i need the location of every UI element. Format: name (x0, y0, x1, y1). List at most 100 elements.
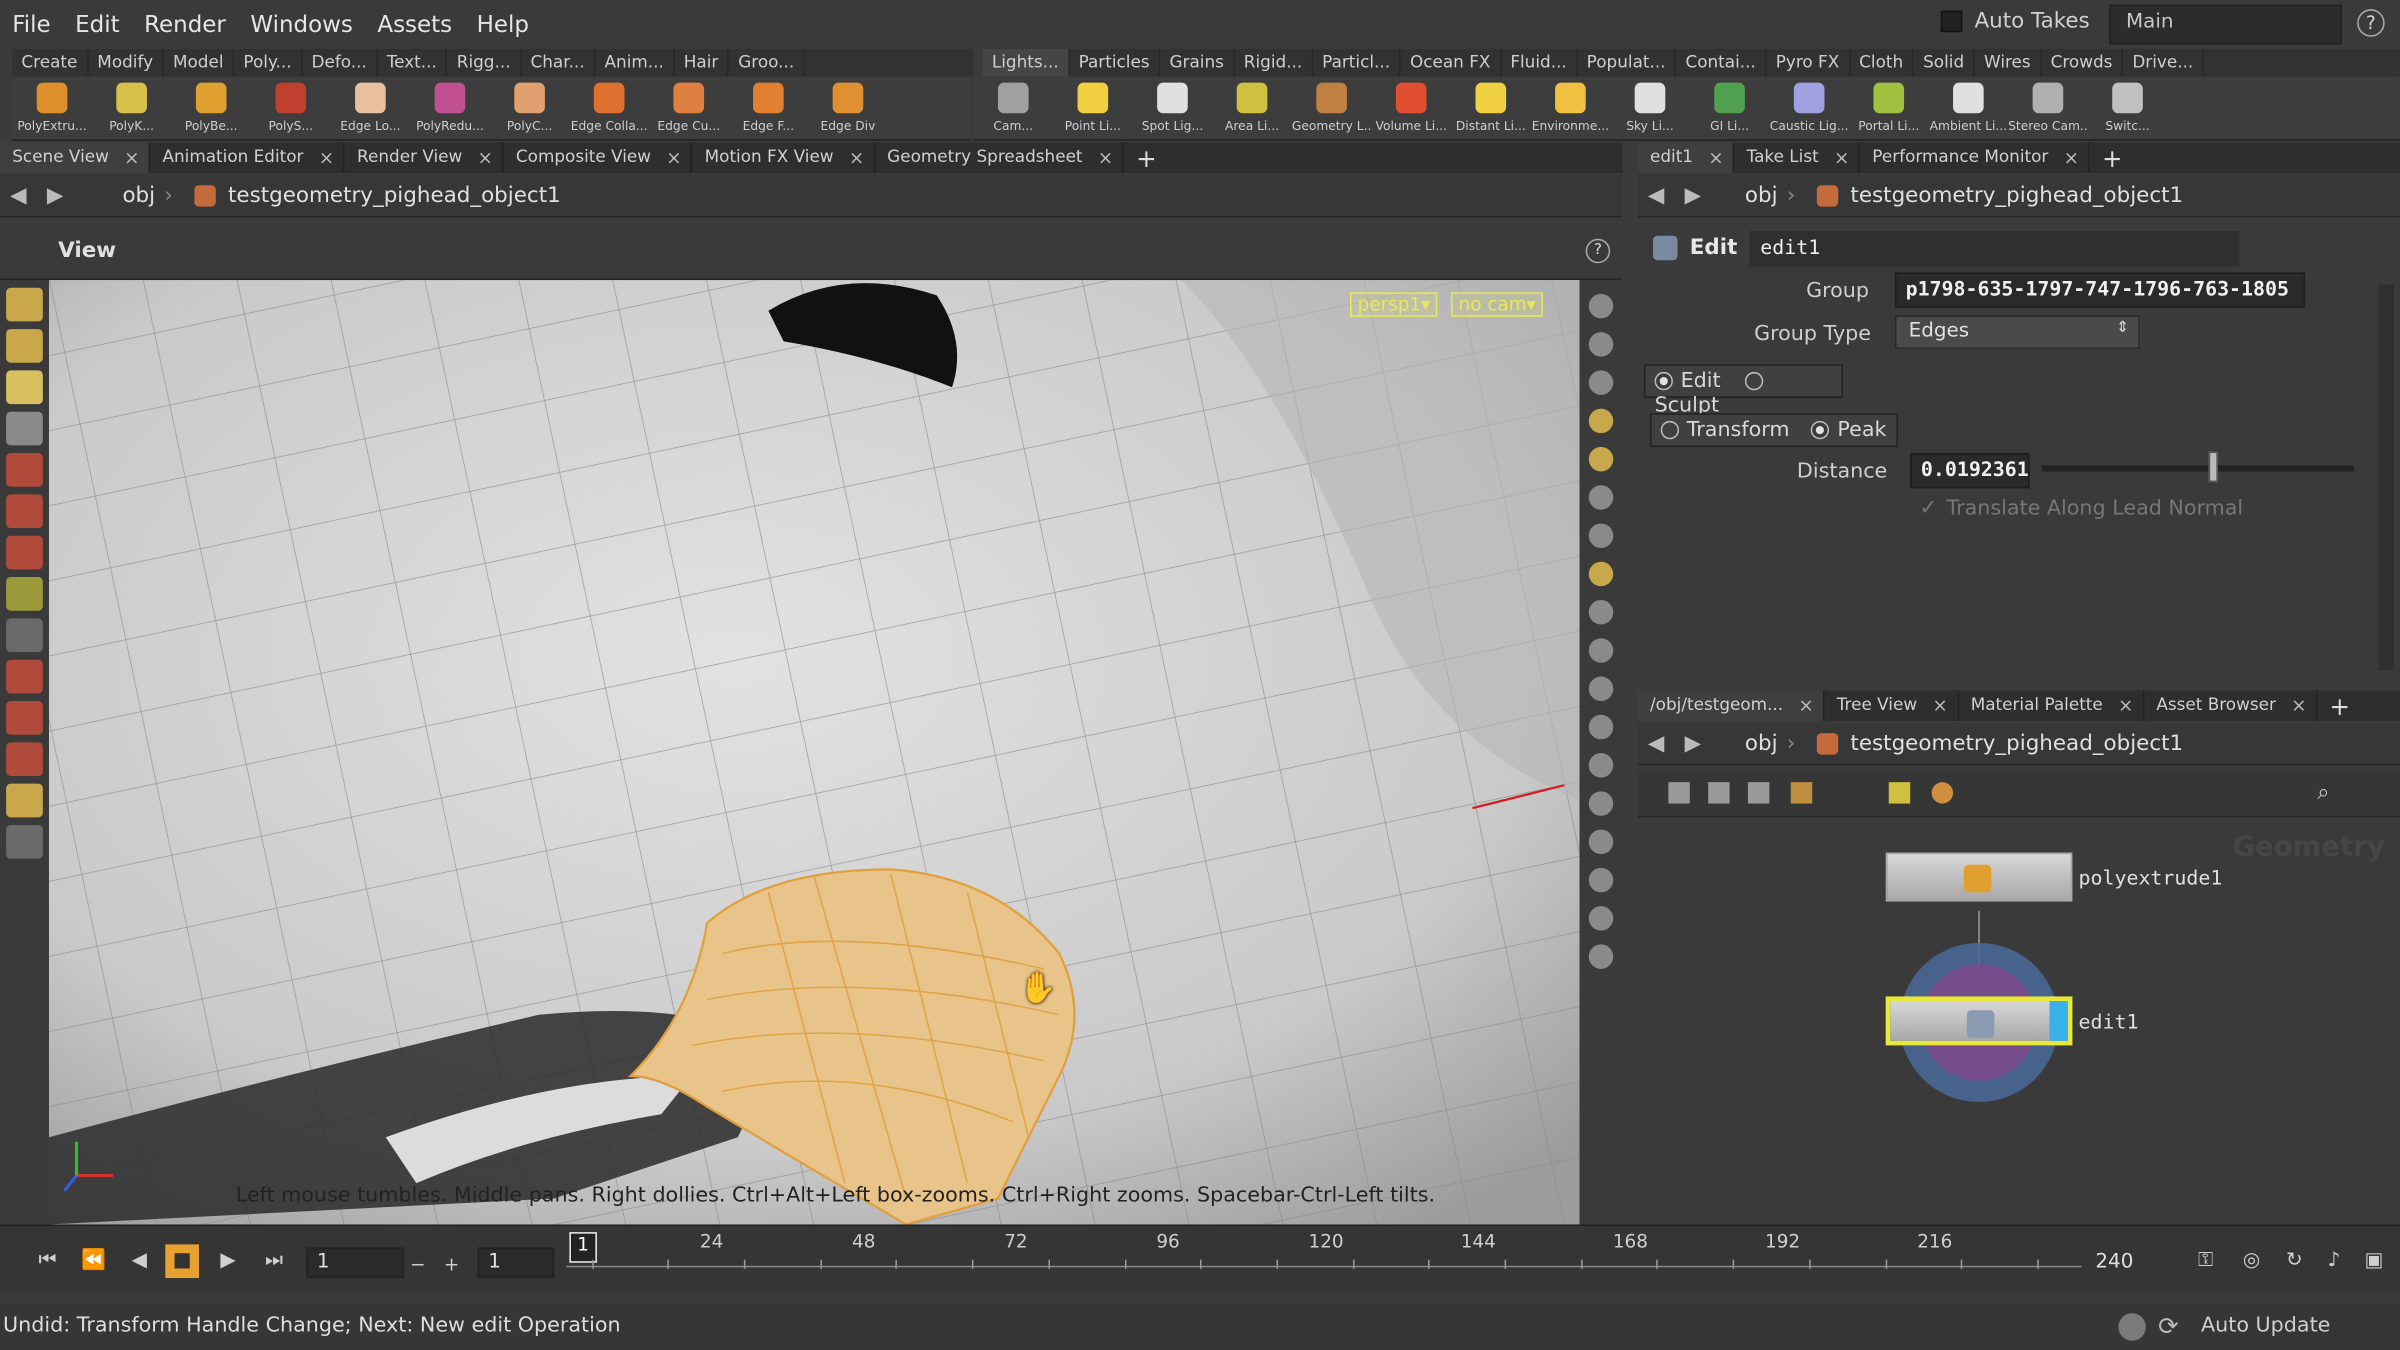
node-polyextrude1[interactable] (1885, 852, 2073, 902)
auto-takes-toggle[interactable]: Auto Takes (1940, 9, 2090, 34)
shelf-tab[interactable]: Crowds (2041, 48, 2124, 77)
tab-scene-view[interactable]: Scene View × (0, 142, 151, 173)
path-node[interactable]: testgeometry_pighead_object1 (1850, 731, 2183, 755)
shelf-tool-button[interactable]: Portal Li... (1849, 77, 1929, 141)
timeline-track[interactable]: 1 24 48 72 96 120 144 168 192 216 (566, 1229, 2082, 1290)
no-cam-menu[interactable]: no cam▾ (1451, 292, 1544, 317)
tab-take-list[interactable]: Take List × (1734, 142, 1861, 173)
note-icon[interactable] (1888, 782, 1911, 804)
handle-icon[interactable] (1588, 906, 1614, 931)
persp-camera-menu[interactable]: persp1▾ (1349, 292, 1438, 317)
shelf-tool-button[interactable]: Switc... (2088, 77, 2168, 141)
auto-update-select[interactable]: Auto Update (2201, 1313, 2391, 1337)
pin-icon[interactable] (1588, 485, 1614, 510)
add-tab-icon[interactable]: + (2090, 143, 2135, 172)
shelf-tab[interactable]: Particles (1069, 48, 1161, 77)
display-icon[interactable] (1588, 944, 1614, 969)
realtime-icon[interactable]: ◎ (2235, 1244, 2269, 1278)
tab-material-palette[interactable]: Material Palette × (1958, 690, 2145, 721)
scale-tool-icon[interactable] (6, 535, 43, 570)
shelf-tab[interactable]: Model (164, 48, 235, 77)
tab-composite-view[interactable]: Composite View × (504, 142, 693, 173)
menu-help[interactable]: Help (464, 11, 541, 39)
headlight-icon[interactable] (1588, 446, 1614, 472)
shelf-tool-button[interactable]: Cam... (973, 77, 1053, 141)
tab-tree-view[interactable]: Tree View × (1824, 690, 1959, 721)
shelf-tab[interactable]: Ocean FX (1401, 48, 1502, 77)
loop-icon[interactable]: ↻ (2278, 1244, 2312, 1278)
tab-render-view[interactable]: Render View × (345, 142, 504, 173)
shelf-tab[interactable]: Lights... (982, 48, 1070, 77)
back-arrow-icon[interactable]: ◀ (0, 183, 37, 207)
desktop-select[interactable]: Main (2109, 4, 2342, 45)
grid-color-icon[interactable] (1790, 782, 1813, 804)
menu-windows[interactable]: Windows (238, 11, 365, 39)
light-icon[interactable] (1588, 408, 1614, 434)
shelf-tab[interactable]: Poly... (234, 48, 303, 77)
list-icon[interactable] (1668, 782, 1690, 804)
refresh-icon[interactable]: ⟳ (2158, 1312, 2179, 1341)
snap-tool-icon[interactable] (6, 742, 43, 777)
auto-takes-checkbox[interactable] (1940, 10, 1963, 33)
menu-render[interactable]: Render (132, 11, 238, 39)
current-frame-field[interactable]: 1 (306, 1247, 405, 1279)
shelf-tool-button[interactable]: Ambient Li... (1929, 77, 2009, 141)
stop-icon[interactable]: ■ (165, 1244, 199, 1279)
shelf-tab[interactable]: Hair (675, 48, 730, 77)
radio-peak[interactable]: Peak (1811, 418, 1886, 442)
shelf-tab[interactable]: Populat... (1577, 48, 1677, 77)
forward-arrow-icon[interactable]: ▶ (37, 183, 74, 207)
table-icon[interactable] (1708, 782, 1730, 804)
shelf-tab[interactable]: Groo... (729, 48, 805, 77)
bag-icon[interactable] (1931, 782, 1954, 804)
lock-icon[interactable] (1588, 332, 1614, 357)
path-root[interactable]: obj (1745, 731, 1778, 755)
shelf-tab[interactable]: Drive... (2123, 48, 2205, 77)
shelf-tab[interactable]: Defo... (302, 48, 378, 77)
node-edit1[interactable] (1885, 996, 2073, 1046)
step-back-icon[interactable]: ⏪ (77, 1244, 111, 1278)
number-icon[interactable] (1588, 714, 1614, 740)
shelf-tab[interactable]: Contai... (1676, 48, 1767, 77)
play-reverse-icon[interactable]: ◀ (122, 1244, 156, 1278)
add-tab-icon[interactable]: + (1124, 143, 1169, 172)
stamp-icon[interactable] (1588, 791, 1614, 816)
back-arrow-icon[interactable]: ◀ (1638, 183, 1675, 207)
camera-icon[interactable] (1588, 370, 1614, 395)
forward-arrow-icon[interactable]: ▶ (1674, 183, 1711, 207)
sculpt-tool-icon[interactable] (6, 824, 43, 859)
distance-slider[interactable] (2041, 451, 2355, 483)
shelf-tool-button[interactable]: Distant Li... (1451, 77, 1531, 141)
zoom-icon[interactable]: ⌕ (2317, 781, 2329, 805)
shelf-tab[interactable]: Modify (88, 48, 164, 77)
shelf-tool-button[interactable]: Spot Lig... (1133, 77, 1213, 141)
shelf-tab[interactable]: Create (12, 48, 89, 77)
pointer-tool-icon[interactable] (6, 411, 43, 446)
group-field[interactable]: p1798-635-1797-747-1796-763-1805 (1894, 272, 2306, 308)
shelf-tab[interactable]: Pyro FX (1767, 48, 1850, 77)
audio-icon[interactable]: ♪ (2317, 1244, 2351, 1278)
radio-edit[interactable]: Edit (1654, 369, 1721, 393)
shelf-tool-button[interactable]: PolyK... (92, 77, 172, 141)
shelf-tool-button[interactable]: Sky Li... (1610, 77, 1690, 141)
shelf-tool-button[interactable]: Edge Cu... (649, 77, 729, 141)
view-tool-icon[interactable] (6, 618, 43, 653)
shelf-tab[interactable]: Rigg... (448, 48, 522, 77)
play-icon[interactable]: ▶ (211, 1244, 245, 1278)
path-root[interactable]: obj (1745, 183, 1778, 207)
shelf-tab[interactable]: Grains (1160, 48, 1235, 77)
node-name-field[interactable]: edit1 (1749, 230, 2240, 266)
shelf-tool-button[interactable]: Geometry L... (1292, 77, 1371, 141)
shelf-tool-button[interactable]: PolyRedu... (410, 77, 490, 141)
tab-motion-fx-view[interactable]: Motion FX View × (692, 142, 875, 173)
shelf-tab[interactable]: Wires (1975, 48, 2042, 77)
translate-tool-icon[interactable] (6, 453, 43, 487)
distance-slider-handle[interactable] (2208, 451, 2219, 483)
handle-tool-icon[interactable] (6, 577, 43, 611)
shelf-tool-button[interactable]: PolyBe... (171, 77, 251, 141)
pose-tool-icon[interactable] (6, 659, 43, 694)
end-frame-field[interactable]: 240 (2084, 1247, 2162, 1279)
distance-field[interactable]: 0.0192361 (1910, 453, 2030, 489)
shelf-tool-button[interactable]: Edge Lo... (331, 77, 411, 141)
shelf-tab[interactable]: Particl... (1313, 48, 1401, 77)
